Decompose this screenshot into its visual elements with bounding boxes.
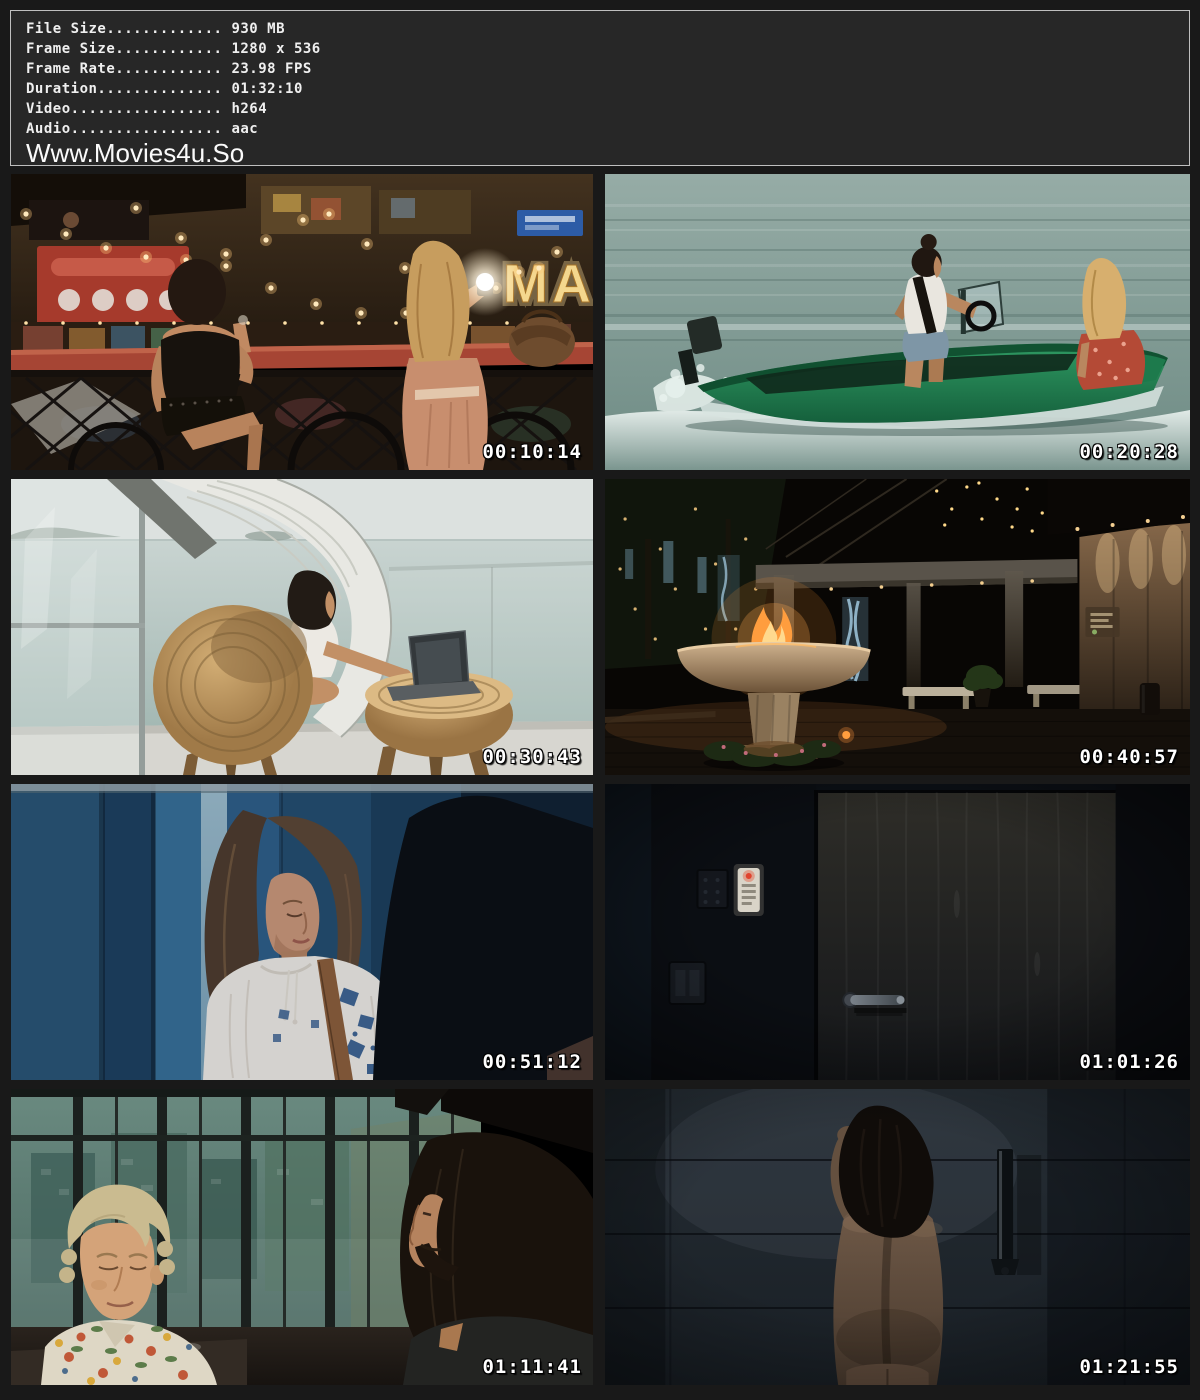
file-info-label: File Size............. (26, 21, 222, 37)
file-info-row-video: Video................. h264 (26, 99, 1175, 119)
file-info-label: Frame Size............ (26, 41, 222, 57)
file-info-value: 1280 x 536 (231, 41, 320, 57)
timestamp-label: 00:20:28 (1079, 443, 1179, 462)
courtyard-scene-illustration (605, 479, 1190, 775)
file-info-row-framerate: Frame Rate............ 23.98 FPS (26, 59, 1175, 79)
screenshot-thumbnail-7: 01:11:41 (11, 1089, 593, 1385)
screenshot-grid: MA MA (11, 174, 1190, 1385)
file-info-row-duration: Duration.............. 01:32:10 (26, 79, 1175, 99)
file-info-value: h264 (231, 101, 267, 117)
file-info-label: Duration.............. (26, 81, 222, 97)
file-info-value: 01:32:10 (231, 81, 302, 97)
file-info-label: Audio................. (26, 121, 222, 137)
timestamp-label: 00:40:57 (1079, 748, 1179, 767)
media-preview-sheet: File Size............. 930 MB Frame Size.… (0, 10, 1200, 1400)
file-info-row-audio: Audio................. aac (26, 119, 1175, 139)
file-info-label: Video................. (26, 101, 222, 117)
timestamp-label: 00:30:43 (482, 748, 582, 767)
screenshot-thumbnail-2: 00:20:28 (605, 174, 1190, 470)
file-info-value: 930 MB (231, 21, 285, 37)
file-info-label: Frame Rate............ (26, 61, 222, 77)
screenshot-thumbnail-1: MA MA (11, 174, 593, 470)
timestamp-label: 01:11:41 (482, 1358, 582, 1377)
timestamp-label: 01:01:26 (1079, 1053, 1179, 1072)
file-info-value: aac (231, 121, 258, 137)
file-info-row-framesize: Frame Size............ 1280 x 536 (26, 39, 1175, 59)
shower-scene-illustration (605, 1089, 1190, 1385)
night-market-scene-illustration: MA MA (11, 174, 593, 470)
blue-room-scene-illustration (11, 784, 593, 1080)
screenshot-thumbnail-4: 00:40:57 (605, 479, 1190, 775)
watermark-site-url: Www.Movies4u.So (26, 139, 1175, 167)
dark-door-scene-illustration (605, 784, 1190, 1080)
timestamp-label: 01:21:55 (1079, 1358, 1179, 1377)
file-info-value: 23.98 FPS (231, 61, 311, 77)
timestamp-label: 00:10:14 (482, 443, 582, 462)
screenshot-thumbnail-3: 00:30:43 (11, 479, 593, 775)
screenshot-thumbnail-6: 01:01:26 (605, 784, 1190, 1080)
file-info-panel: File Size............. 930 MB Frame Size.… (10, 10, 1190, 166)
two-men-scene-illustration (11, 1089, 593, 1385)
screenshot-thumbnail-8: 01:21:55 (605, 1089, 1190, 1385)
motorboat-scene-illustration (605, 174, 1190, 470)
timestamp-label: 00:51:12 (482, 1053, 582, 1072)
file-info-row-filesize: File Size............. 930 MB (26, 19, 1175, 39)
balcony-scene-illustration (11, 479, 593, 775)
man-right-profile (400, 1132, 593, 1385)
screenshot-thumbnail-5: 00:51:12 (11, 784, 593, 1080)
